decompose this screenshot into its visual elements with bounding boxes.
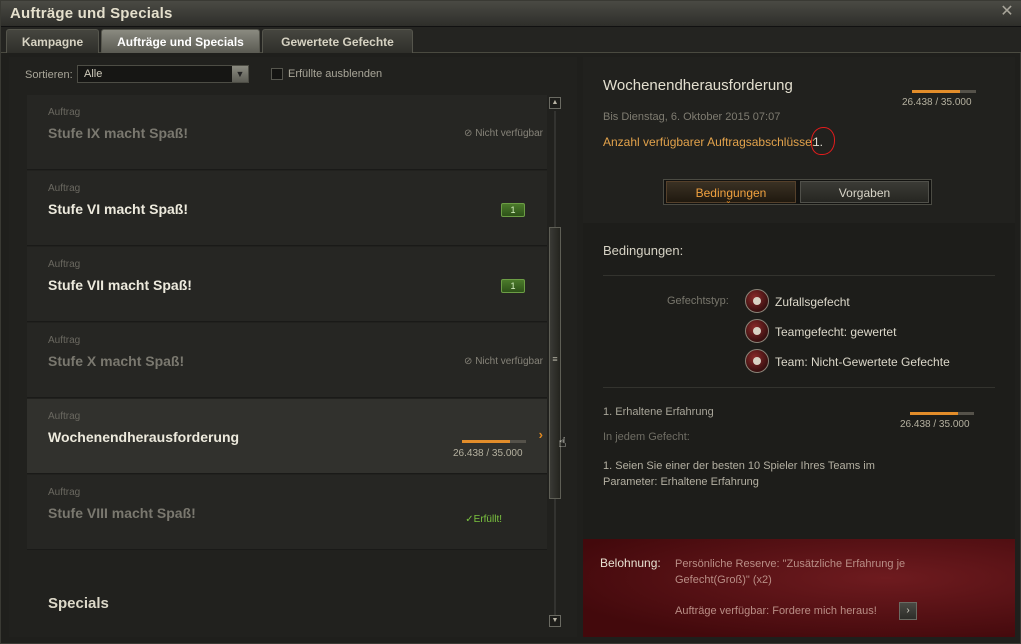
scroll-up-button[interactable]: ▲: [549, 97, 561, 109]
tab-kampagne[interactable]: Kampagne: [6, 29, 99, 53]
condition-progress-bar: [910, 412, 974, 415]
condition-progress-fill: [910, 412, 959, 415]
mission-item-stufe-ix[interactable]: Auftrag Stufe IX macht Spaß! ⊘ Nicht ver…: [27, 95, 547, 170]
mission-title: Stufe VII macht Spaß!: [48, 277, 192, 293]
detail-progress-fill: [912, 90, 961, 93]
available-count-badge: 1: [501, 203, 525, 217]
tab-gewertete-gefechte[interactable]: Gewertete Gefechte: [262, 29, 413, 53]
tab-bar: Kampagne Aufträge und Specials Gewertete…: [1, 27, 1021, 53]
hand-cursor-icon: ☝: [558, 434, 567, 450]
detail-header: Wochenendherausforderung 26.438 / 35.000…: [583, 57, 1015, 223]
divider: [603, 275, 995, 276]
chevron-down-icon[interactable]: ▼: [232, 66, 248, 82]
available-count-badge: 1: [501, 279, 525, 293]
scrollbar-thumb[interactable]: ≡: [549, 227, 561, 499]
mission-list: Auftrag Stufe IX macht Spaß! ⊘ Nicht ver…: [27, 95, 547, 631]
chevron-right-icon[interactable]: ›: [899, 602, 917, 620]
battle-type-label: Gefechtstyp:: [667, 295, 729, 307]
mission-item-stufe-viii[interactable]: Auftrag Stufe VIII macht Spaß! ✓Erfüllt!: [27, 475, 547, 550]
annotation-circle: [811, 127, 835, 155]
status-text: Nicht verfügbar: [475, 356, 543, 367]
checkmark-icon: ✓: [465, 514, 474, 525]
mission-progress-bar: [462, 440, 526, 443]
title-bar: Aufträge und Specials ✕: [1, 1, 1021, 27]
condition-description: 1. Seien Sie einer der besten 10 Spieler…: [603, 460, 875, 488]
condition-progress-text: 26.438 / 35.000: [900, 419, 970, 430]
hide-completed-checkbox[interactable]: [271, 68, 283, 80]
detail-view-toggle: Bedingungen Vorgaben: [663, 179, 932, 205]
mission-list-pane: Sortieren: Alle ▼ Erfüllte ausblenden Au…: [9, 57, 577, 637]
mission-kind: Auftrag: [48, 487, 81, 498]
mission-title: Stufe IX macht Spaß!: [48, 125, 189, 141]
missions-window: Aufträge und Specials ✕ Kampagne Aufträg…: [0, 0, 1021, 644]
chevron-right-icon: ›: [538, 427, 543, 442]
conditions-heading: Bedingungen:: [603, 243, 684, 258]
clock-icon: ⊘: [464, 356, 476, 367]
mission-item-stufe-vi[interactable]: Auftrag Stufe VI macht Spaß! 1: [27, 171, 547, 246]
condition-scope: In jedem Gefecht:: [603, 431, 690, 443]
mission-item-stufe-x[interactable]: Auftrag Stufe X macht Spaß! ⊘ Nicht verf…: [27, 323, 547, 398]
completions-label: Anzahl verfügbarer Auftragsabschlüsse:: [603, 135, 816, 149]
clock-icon: ⊘: [464, 128, 476, 139]
mission-title: Stufe VIII macht Spaß!: [48, 505, 196, 521]
mission-item-wochenendherausforderung[interactable]: Auftrag Wochenendherausforderung 26.438 …: [27, 399, 547, 474]
mission-kind: Auftrag: [48, 183, 81, 194]
ranked-team-battle-icon: [745, 319, 769, 343]
toggle-vorgaben[interactable]: Vorgaben: [800, 181, 929, 203]
caret-down-icon: ⌄: [725, 196, 732, 205]
reward-text: Persönliche Reserve: "Zusätzliche Erfahr…: [675, 558, 906, 586]
unavailable-status: ⊘ Nicht verfügbar: [464, 128, 543, 139]
detail-progress-text: 26.438 / 35.000: [902, 97, 972, 108]
close-icon[interactable]: ✕: [998, 3, 1016, 21]
reward-panel: Belohnung: Persönliche Reserve: "Zusätzl…: [583, 539, 1015, 637]
mission-item-stufe-vii[interactable]: Auftrag Stufe VII macht Spaß! 1: [27, 247, 547, 322]
mission-kind: Auftrag: [48, 107, 81, 118]
mission-detail-pane: Wochenendherausforderung 26.438 / 35.000…: [583, 57, 1015, 637]
reward-link-text: Aufträge verfügbar: Fordere mich heraus!: [675, 605, 877, 617]
mission-title: Wochenendherausforderung: [48, 429, 240, 445]
hide-completed-label[interactable]: Erfüllte ausblenden: [288, 68, 382, 80]
battle-type-text: Zufallsgefecht: [775, 295, 850, 309]
detail-title: Wochenendherausforderung: [603, 77, 793, 94]
grip-icon: ≡: [552, 354, 558, 364]
mission-kind: Auftrag: [48, 411, 81, 422]
unranked-team-battle-icon: [745, 349, 769, 373]
detail-progress-bar: [912, 90, 976, 93]
mission-progress-text: 26.438 / 35.000: [453, 448, 523, 459]
mission-kind: Auftrag: [48, 259, 81, 270]
sort-label: Sortieren:: [25, 69, 73, 81]
window-title: Aufträge und Specials: [10, 5, 173, 22]
reward-label: Belohnung:: [600, 556, 661, 570]
scroll-down-button[interactable]: ▼: [549, 615, 561, 627]
status-text: Erfüllt!: [473, 514, 502, 525]
battle-type-text: Team: Nicht-Gewertete Gefechte: [775, 355, 950, 369]
detail-deadline: Bis Dienstag, 6. Oktober 2015 07:07: [603, 111, 781, 123]
mission-kind: Auftrag: [48, 335, 81, 346]
specials-heading[interactable]: Specials: [48, 595, 109, 612]
mission-progress-fill: [462, 440, 511, 443]
random-battle-icon: [745, 289, 769, 313]
battle-type-text: Teamgefecht: gewertet: [775, 325, 897, 339]
mission-title: Stufe VI macht Spaß!: [48, 201, 189, 217]
status-text: Nicht verfügbar: [475, 128, 543, 139]
mission-title: Stufe X macht Spaß!: [48, 353, 185, 369]
sort-dropdown[interactable]: Alle ▼: [77, 65, 249, 83]
unavailable-status: ⊘ Nicht verfügbar: [464, 356, 543, 367]
condition-title: 1. Erhaltene Erfahrung: [603, 406, 714, 418]
divider: [603, 387, 995, 388]
completed-status: ✓Erfüllt!: [465, 514, 502, 525]
sort-value: Alle: [84, 68, 103, 80]
tab-auftraege-und-specials[interactable]: Aufträge und Specials: [101, 29, 260, 53]
